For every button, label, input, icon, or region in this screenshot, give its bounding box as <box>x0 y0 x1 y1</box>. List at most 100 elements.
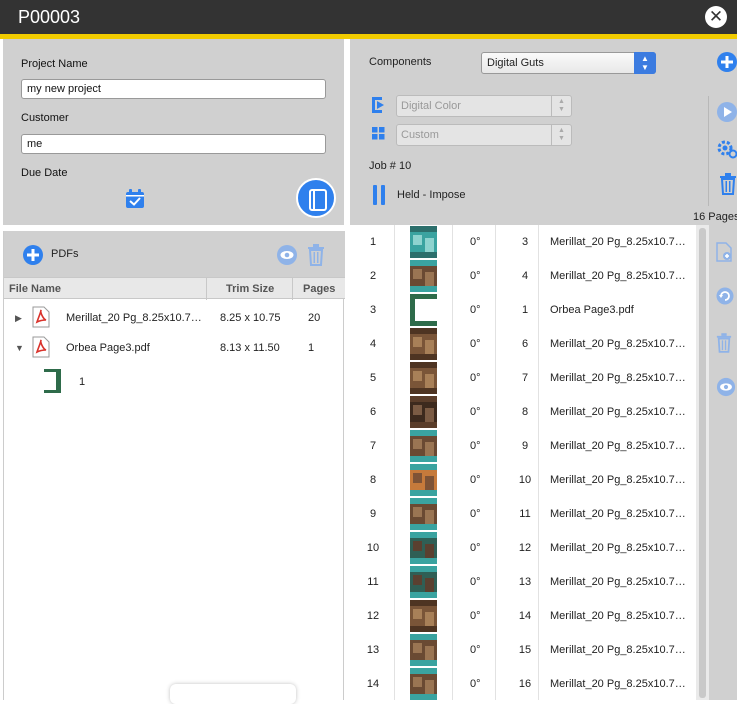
row-index: 8 <box>369 474 377 486</box>
row-index: 14 <box>366 678 380 690</box>
page-row[interactable]: 10 0° 12 Merillat_20 Pg_8.25x10.75.pdf <box>352 531 696 565</box>
pdf-subpage-row[interactable]: 1 <box>4 365 345 399</box>
page-row[interactable]: 5 0° 7 Merillat_20 Pg_8.25x10.75.pdf <box>352 361 696 395</box>
page-thumbnail <box>410 566 437 598</box>
plus-circle-icon[interactable] <box>22 244 44 269</box>
col-file-name[interactable]: File Name <box>9 283 61 295</box>
notebook-button[interactable] <box>296 178 336 218</box>
trash-icon[interactable] <box>716 333 732 356</box>
rotation: 0° <box>470 304 481 316</box>
components-select[interactable]: Digital Guts ▲ ▼ <box>481 52 656 74</box>
pdfs-label: PDFs <box>51 248 79 260</box>
source-file-name: Merillat_20 Pg_8.25x10.75.pdf <box>550 406 688 418</box>
rotation: 0° <box>470 576 481 588</box>
pdf-file-row[interactable]: ▼ Orbea Page3.pdf 8.13 x 11.50 1 <box>4 331 345 365</box>
row-index: 1 <box>369 236 377 248</box>
source-page: 6 <box>521 338 529 350</box>
row-index: 11 <box>367 576 379 588</box>
pdf-file-row[interactable]: ▶ Merillat_20 Pg_8.25x10.75.pdf 8.25 x 1… <box>4 301 345 335</box>
scrollbar-thumb[interactable] <box>699 228 706 698</box>
play-icon[interactable] <box>716 101 737 126</box>
col-trim-size[interactable]: Trim Size <box>226 283 274 295</box>
rotation: 0° <box>470 678 481 690</box>
source-file-name: Merillat_20 Pg_8.25x10.75.pdf <box>550 270 688 282</box>
gears-icon[interactable] <box>716 137 737 162</box>
page-row[interactable]: 14 0° 16 Merillat_20 Pg_8.25x10.75.pdf <box>352 667 696 700</box>
source-file-name: Merillat_20 Pg_8.25x10.75.pdf <box>550 372 688 384</box>
layout-mode-select: Custom ▲ ▼ <box>396 124 572 146</box>
source-file-name: Merillat_20 Pg_8.25x10.75.pdf <box>550 474 688 486</box>
page-thumbnail <box>410 294 437 326</box>
notebook-icon <box>309 189 327 211</box>
page-row[interactable]: 7 0° 9 Merillat_20 Pg_8.25x10.75.pdf <box>352 429 696 463</box>
pause-icon[interactable] <box>373 185 386 208</box>
trash-icon[interactable] <box>307 244 325 269</box>
plus-circle-icon[interactable] <box>716 51 737 76</box>
source-page: 1 <box>521 304 529 316</box>
file-name: Orbea Page3.pdf <box>66 342 150 354</box>
page-row[interactable]: 1 0° 3 Merillat_20 Pg_8.25x10.75.pdf <box>352 225 696 259</box>
file-name: Merillat_20 Pg_8.25x10.75.pdf <box>66 312 206 324</box>
page-count: 20 <box>308 312 321 324</box>
page-thumbnail <box>410 532 437 564</box>
page-row[interactable]: 3 0° 1 Orbea Page3.pdf <box>352 293 696 327</box>
source-file-name: Merillat_20 Pg_8.25x10.75.pdf <box>550 508 688 520</box>
eye-icon[interactable] <box>716 377 736 400</box>
row-index: 5 <box>369 372 377 384</box>
title-bar: P00003 ✕ <box>0 0 737 34</box>
source-page: 7 <box>521 372 529 384</box>
rotation: 0° <box>470 236 481 248</box>
page-thumbnail <box>410 600 437 632</box>
page-row[interactable]: 4 0° 6 Merillat_20 Pg_8.25x10.75.pdf <box>352 327 696 361</box>
add-page-icon[interactable] <box>716 242 732 265</box>
page-row[interactable]: 2 0° 4 Merillat_20 Pg_8.25x10.75.pdf <box>352 259 696 293</box>
collapse-arrow-icon[interactable]: ▼ <box>15 343 24 353</box>
pdf-file-icon <box>32 336 50 361</box>
components-label: Components <box>369 56 432 68</box>
rotation: 0° <box>470 474 481 486</box>
pages-action-rail <box>709 225 737 700</box>
page-thumbnail <box>410 226 437 258</box>
color-mode-select: Digital Color ▲ ▼ <box>396 95 572 117</box>
rotation: 0° <box>470 338 481 350</box>
row-index: 12 <box>366 610 380 622</box>
job-number: Job # 10 <box>369 160 412 172</box>
source-page: 4 <box>521 270 529 282</box>
page-thumbnail <box>410 328 437 360</box>
source-file-name: Orbea Page3.pdf <box>550 304 634 316</box>
calendar-check-icon[interactable] <box>125 189 145 212</box>
trash-icon[interactable] <box>719 173 737 198</box>
source-page: 9 <box>521 440 529 452</box>
page-row[interactable]: 13 0° 15 Merillat_20 Pg_8.25x10.75.pdf <box>352 633 696 667</box>
project-name-input[interactable] <box>21 79 326 99</box>
page-row[interactable]: 6 0° 8 Merillat_20 Pg_8.25x10.75.pdf <box>352 395 696 429</box>
source-file-name: Merillat_20 Pg_8.25x10.75.pdf <box>550 610 688 622</box>
row-index: 3 <box>369 304 377 316</box>
source-page: 16 <box>518 678 532 690</box>
due-date-label: Due Date <box>21 167 68 179</box>
source-page: 3 <box>521 236 529 248</box>
pages-table: 1 0° 3 Merillat_20 Pg_8.25x10.75.pdf 2 0° 4 Mer… <box>352 225 696 700</box>
window-title: P00003 <box>18 7 81 27</box>
row-index: 2 <box>369 270 377 282</box>
close-icon[interactable]: ✕ <box>705 6 727 28</box>
eye-icon[interactable] <box>276 244 298 269</box>
rotation: 0° <box>470 440 481 452</box>
rotation: 0° <box>470 372 481 384</box>
refresh-icon[interactable] <box>716 287 734 308</box>
source-page: 8 <box>521 406 529 418</box>
page-thumbnail <box>410 260 437 292</box>
page-thumbnail <box>410 634 437 666</box>
pdf-file-icon <box>32 306 50 331</box>
col-pages[interactable]: Pages <box>303 283 335 295</box>
source-file-name: Merillat_20 Pg_8.25x10.75.pdf <box>550 644 688 656</box>
rotation: 0° <box>470 644 481 656</box>
expand-arrow-icon[interactable]: ▶ <box>15 313 22 324</box>
source-page: 12 <box>518 542 532 554</box>
page-row[interactable]: 8 0° 10 Merillat_20 Pg_8.25x10.75.pdf <box>352 463 696 497</box>
page-row[interactable]: 11 0° 13 Merillat_20 Pg_8.25x10.75.pdf <box>352 565 696 599</box>
page-row[interactable]: 12 0° 14 Merillat_20 Pg_8.25x10.75.pdf <box>352 599 696 633</box>
page-row[interactable]: 9 0° 11 Merillat_20 Pg_8.25x10.75.pdf <box>352 497 696 531</box>
customer-input[interactable] <box>21 134 326 154</box>
page-thumbnail <box>410 498 437 530</box>
